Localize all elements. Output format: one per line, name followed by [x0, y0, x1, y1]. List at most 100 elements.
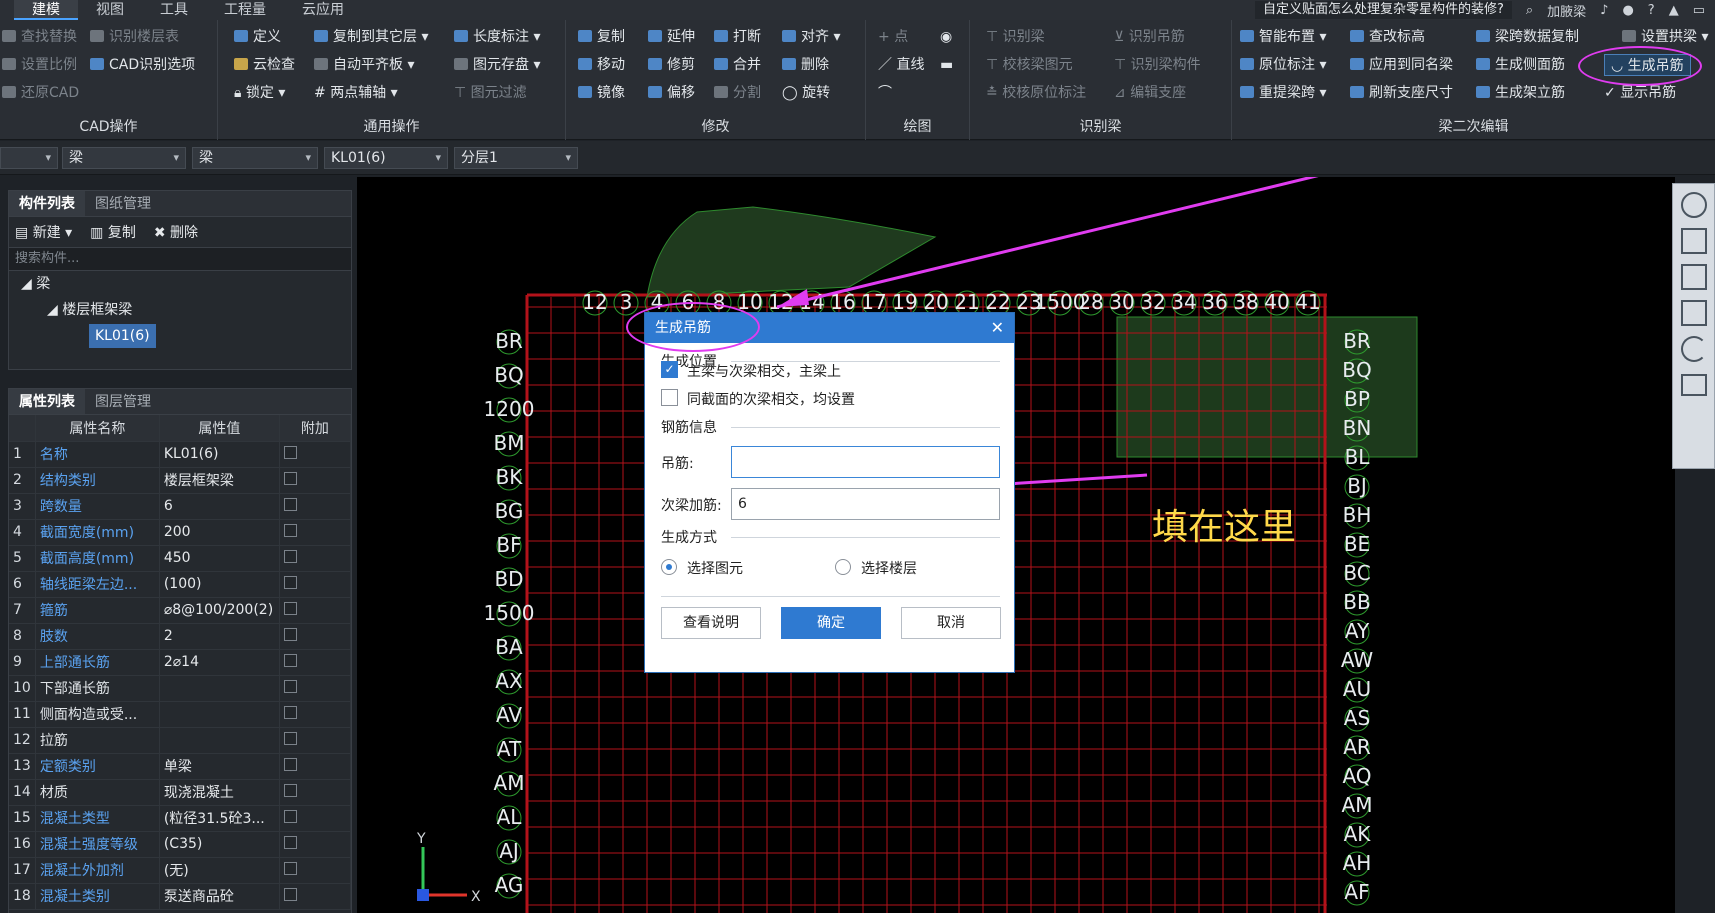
length-dimension-button[interactable]: 长度标注 ▾ — [454, 26, 540, 48]
property-row[interactable]: 10 下部通长筋 — [9, 675, 352, 702]
ok-button[interactable]: 确定 — [781, 607, 881, 639]
property-value[interactable]: 2⌀14 — [159, 649, 280, 676]
lock-button[interactable]: 🔒︎ 锁定 ▾ — [234, 82, 285, 104]
re-extract-span-button[interactable]: 重提梁跨 ▾ — [1240, 82, 1326, 104]
delete-button[interactable]: 删除 — [782, 54, 829, 76]
property-value[interactable] — [159, 727, 280, 754]
help-button[interactable]: 查看说明 — [661, 607, 761, 639]
edit-elevation-button[interactable]: 查改标高 — [1350, 26, 1425, 48]
tab-drawing-manage[interactable]: 图纸管理 — [85, 191, 161, 216]
element-save-button[interactable]: 图元存盘 ▾ — [454, 54, 540, 76]
extra-checkbox[interactable] — [283, 653, 297, 667]
property-row[interactable]: 1 名称 KL01(6) — [9, 441, 352, 468]
property-row[interactable]: 2 结构类别 楼层框架梁 — [9, 467, 352, 494]
generate-side-rebar-button[interactable]: 生成侧面筋 — [1476, 54, 1565, 76]
restore-cad-button[interactable]: 还原CAD — [2, 82, 79, 104]
trim-button[interactable]: 修剪 — [648, 54, 695, 76]
menu-tab-quantity[interactable]: 工程量 — [206, 0, 284, 20]
copy-component-button[interactable]: ▥ 复制 — [90, 222, 136, 242]
menu-tab-cloud[interactable]: 云应用 — [284, 0, 362, 20]
new-component-button[interactable]: ▤ 新建 ▾ — [15, 222, 72, 242]
find-replace-button[interactable]: 查找替换 — [2, 26, 77, 48]
identify-floor-table-button[interactable]: 识别楼层表 — [90, 26, 179, 48]
ribbon-caption-cad[interactable]: CAD操作 — [0, 116, 217, 136]
secondary-rebar-input[interactable]: 6 — [731, 488, 1000, 520]
bell-icon[interactable]: ♪ — [1600, 3, 1608, 18]
property-row[interactable]: 4 截面宽度(mm) 200 — [9, 519, 352, 546]
menu-tab-modeling[interactable]: 建模 — [14, 0, 78, 20]
select-floor-radio[interactable] — [835, 559, 851, 575]
edit-support-button[interactable]: ⊿ 编辑支座 — [1114, 82, 1186, 104]
extra-checkbox[interactable] — [283, 783, 297, 797]
property-value[interactable] — [159, 701, 280, 728]
same-section-checkbox[interactable] — [661, 389, 678, 406]
property-value[interactable]: (无) — [159, 857, 280, 884]
property-value[interactable] — [159, 675, 280, 702]
property-value[interactable]: KL01(6) — [159, 441, 280, 468]
two-point-axis-button[interactable]: # 两点辅轴 ▾ — [314, 82, 398, 104]
tree-node-kl01[interactable]: KL01(6) — [9, 323, 351, 349]
property-row[interactable]: 12 拉筋 — [9, 727, 352, 754]
cloud-check-button[interactable]: 云检查 — [234, 54, 295, 76]
layer-selector[interactable]: 分层1 — [454, 147, 578, 169]
property-value[interactable]: 450 — [159, 545, 280, 572]
cad-identify-options-button[interactable]: CAD识别选项 — [90, 54, 195, 76]
property-row[interactable]: 7 箍筋 ⌀8@100/200(2) — [9, 597, 352, 624]
move-button[interactable]: 移动 — [578, 54, 625, 76]
extra-checkbox[interactable] — [283, 497, 297, 511]
property-row[interactable]: 13 定额类别 单梁 — [9, 753, 352, 780]
set-arch-beam-button[interactable]: 设置拱梁 ▾ — [1622, 26, 1708, 48]
drawing-canvas[interactable]: 12 3 4 6 8 10 12 14 16 17 19 20 21 22 23 1500 28 30 32 34 36… — [357, 177, 1675, 913]
close-icon[interactable]: ✕ — [991, 313, 1004, 343]
select-element-radio[interactable] — [661, 559, 677, 575]
property-value[interactable]: 楼层框架梁 — [159, 467, 280, 494]
extra-checkbox[interactable] — [283, 445, 297, 459]
extra-checkbox[interactable] — [283, 679, 297, 693]
tree-node-beam[interactable]: ◢ 梁 — [9, 271, 351, 297]
tab-layer-manage[interactable]: 图层管理 — [85, 389, 161, 414]
extra-checkbox[interactable] — [283, 601, 297, 615]
3d-view-icon[interactable] — [1680, 228, 1707, 254]
align-button[interactable]: 对齐 ▾ — [782, 26, 840, 48]
cancel-button[interactable]: 取消 — [901, 607, 1001, 639]
generate-erection-rebar-button[interactable]: 生成架立筋 — [1476, 82, 1565, 104]
extra-checkbox[interactable] — [283, 705, 297, 719]
identify-hanger-button[interactable]: ⊻ 识别吊筋 — [1114, 26, 1185, 48]
user-label[interactable]: 加腋梁 — [1547, 1, 1586, 20]
property-value[interactable]: 泵送商品砼 — [159, 883, 280, 910]
shirt-icon[interactable]: ▲ — [1669, 3, 1679, 18]
property-row[interactable]: 8 肢数 2 — [9, 623, 352, 650]
property-row[interactable]: 14 材质 现浇混凝土 — [9, 779, 352, 806]
line-button[interactable]: ／ 直线 — [878, 54, 924, 76]
split-button[interactable]: 分割 — [714, 82, 761, 104]
tree-node-frame-beam[interactable]: ◢ 楼层框架梁 — [9, 297, 351, 323]
extend-button[interactable]: 延伸 — [648, 26, 695, 48]
extra-checkbox[interactable] — [283, 627, 297, 641]
arc-icon[interactable]: ⌒ — [878, 82, 892, 104]
menu-tab-tools[interactable]: 工具 — [142, 0, 206, 20]
merge-button[interactable]: 合并 — [714, 54, 761, 76]
extra-checkbox[interactable] — [283, 757, 297, 771]
property-value[interactable]: ⌀8@100/200(2) — [159, 597, 280, 624]
window-icon[interactable]: ▭ — [1693, 3, 1705, 18]
property-value[interactable]: 6 — [159, 493, 280, 520]
box-view-icon[interactable] — [1680, 300, 1707, 326]
draw-tool-icon[interactable]: ◉ — [940, 26, 952, 48]
check-beam-element-button[interactable]: ⊤ 校核梁图元 — [986, 54, 1073, 76]
property-row[interactable]: 11 侧面构造或受... — [9, 701, 352, 728]
help-search-input[interactable]: 自定义贴面怎么处理复杂零星构件的装修? — [1254, 1, 1512, 19]
rotate-view-icon[interactable] — [1680, 336, 1707, 362]
extra-checkbox[interactable] — [283, 471, 297, 485]
property-row[interactable]: 18 混凝土类别 泵送商品砼 — [9, 883, 352, 910]
refresh-support-size-button[interactable]: 刷新支座尺寸 — [1350, 82, 1453, 104]
copy-button[interactable]: 复制 — [578, 26, 625, 48]
layers-view-icon[interactable] — [1680, 374, 1707, 396]
top-view-icon[interactable] — [1680, 264, 1707, 290]
property-row[interactable]: 16 混凝土强度等级 (C35) — [9, 831, 352, 858]
ribbon-caption-modify[interactable]: 修改 — [566, 116, 865, 136]
set-scale-button[interactable]: 设置比例 — [2, 54, 77, 76]
extra-checkbox[interactable] — [283, 809, 297, 823]
orbit-icon[interactable] — [1680, 192, 1707, 218]
property-value[interactable]: 现浇混凝土 — [159, 779, 280, 806]
floor-selector[interactable] — [0, 147, 58, 169]
